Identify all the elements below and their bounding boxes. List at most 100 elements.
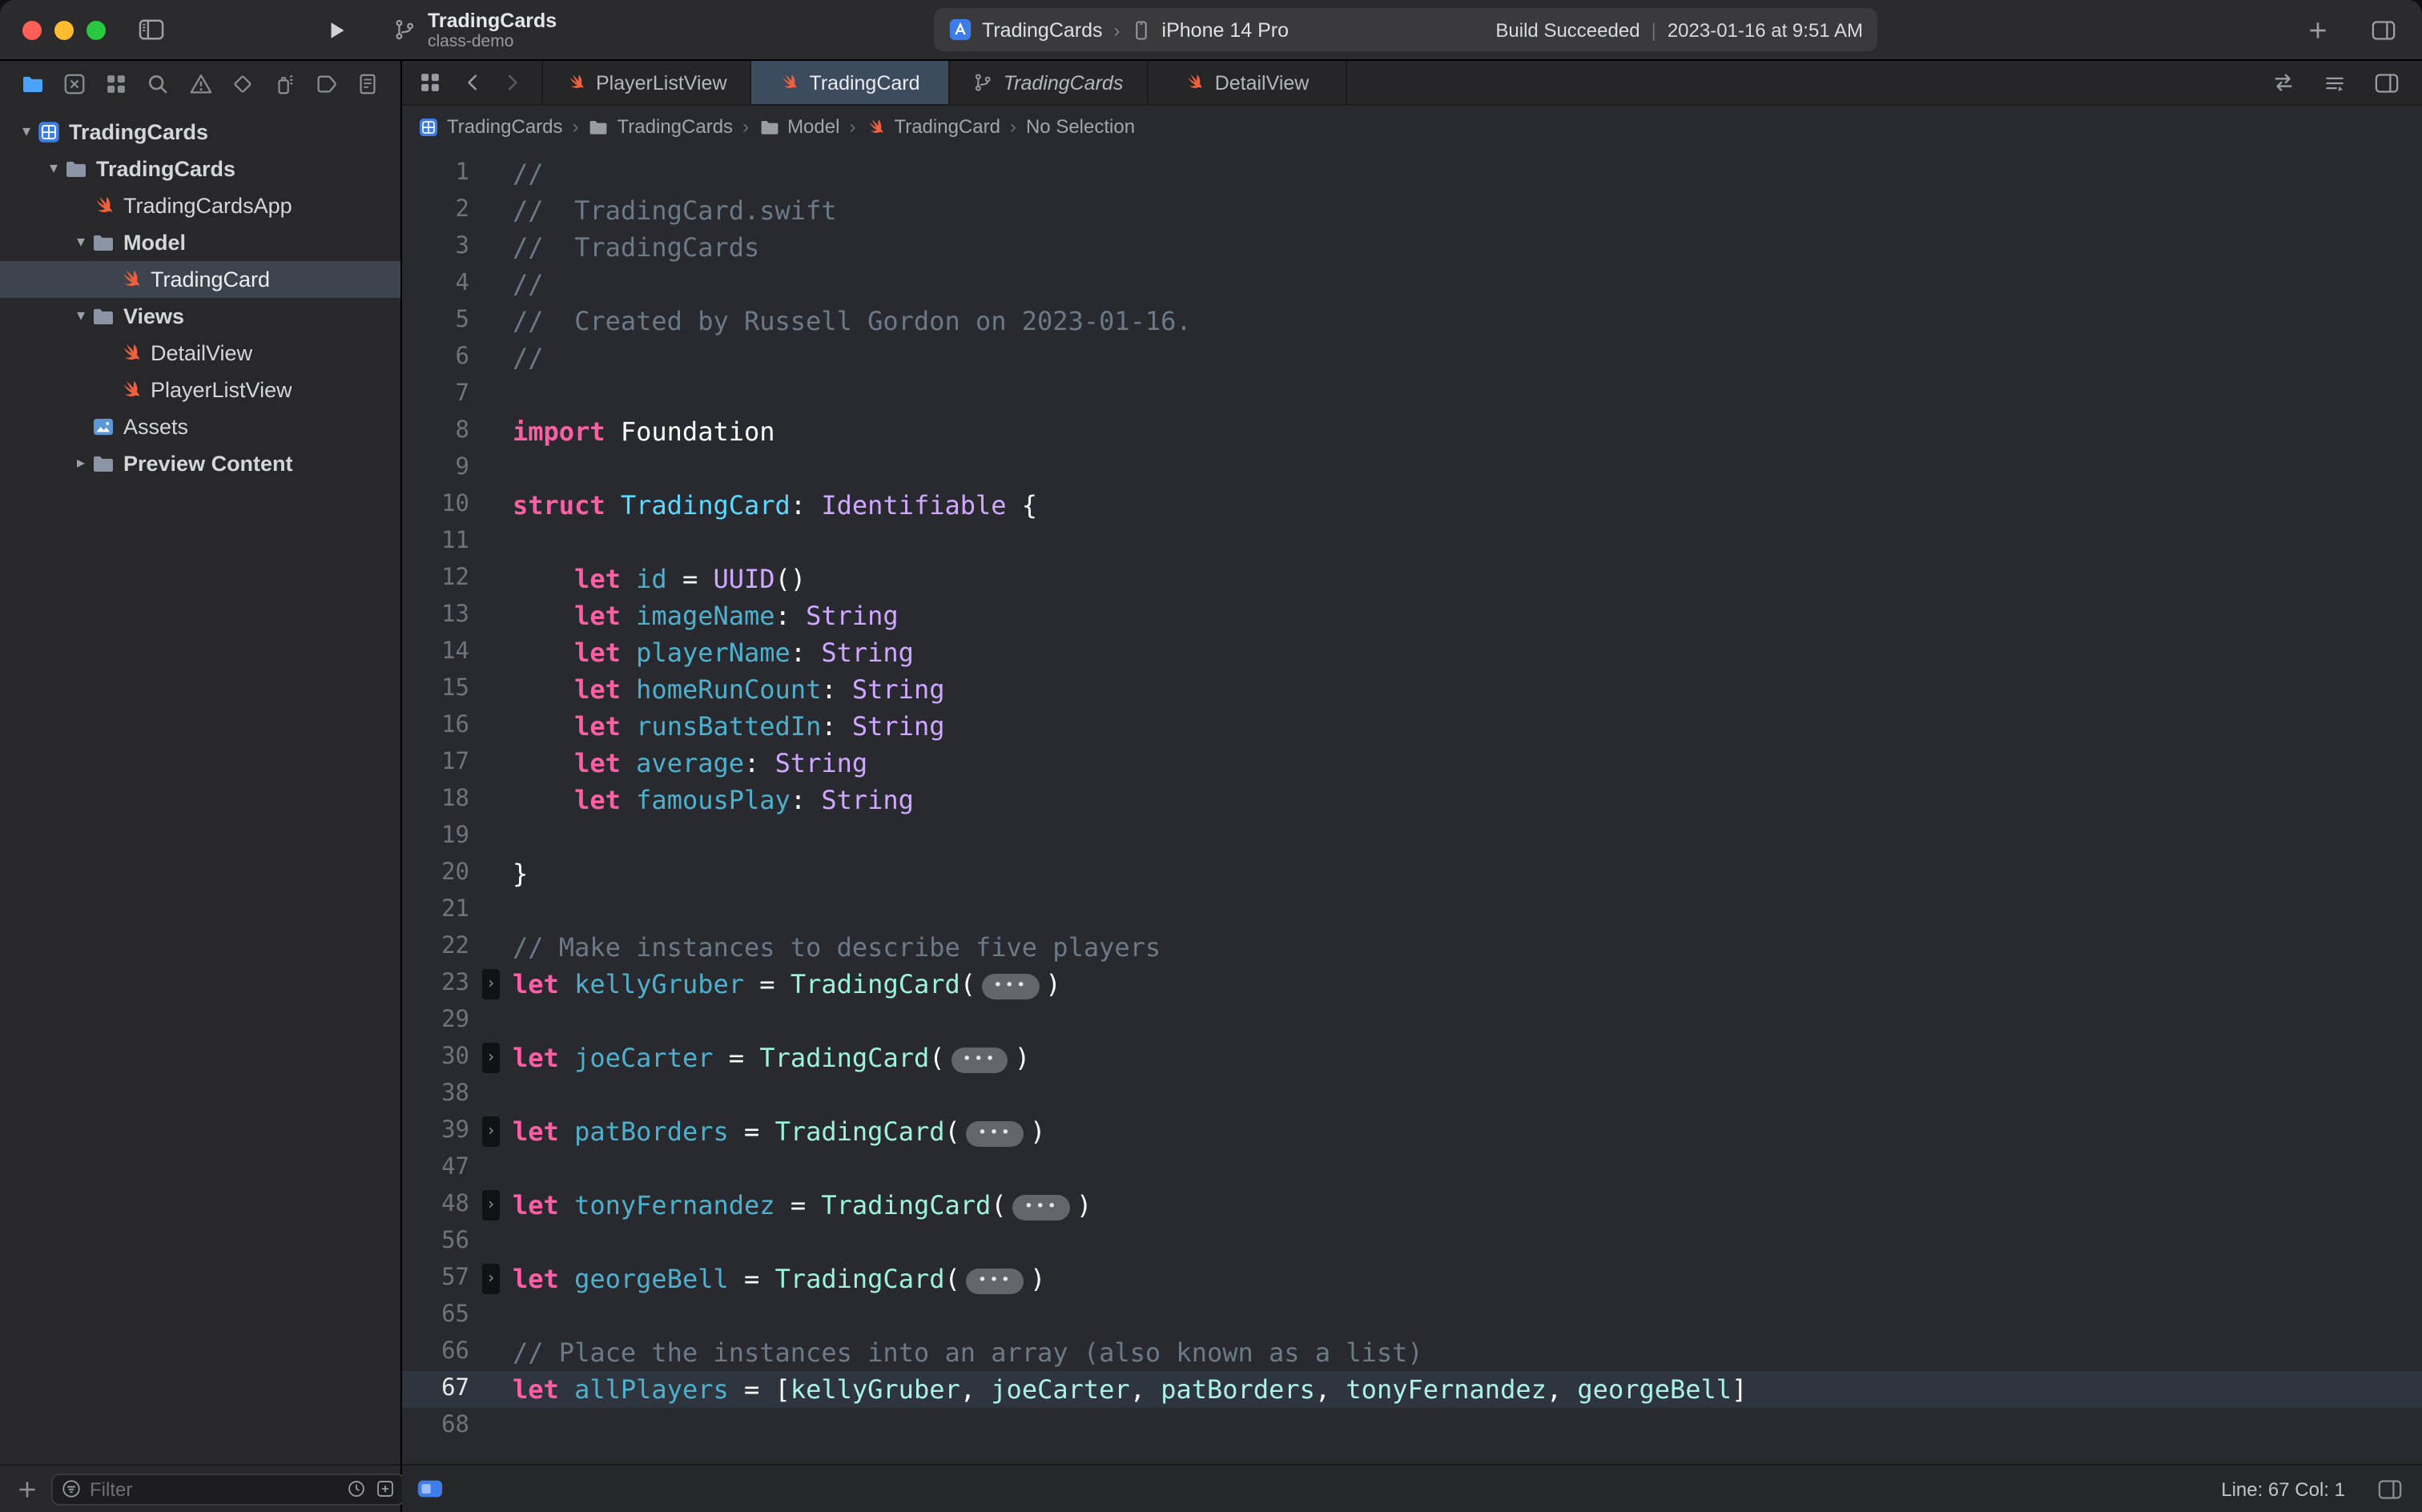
breadcrumb-item-no-selection[interactable]: No Selection <box>1026 115 1135 138</box>
code-line-30[interactable]: 30›let joeCarter = TradingCard(•••) <box>402 1040 2422 1076</box>
fold-indicator[interactable]: › <box>482 1043 500 1073</box>
fold-indicator[interactable]: › <box>482 1264 500 1294</box>
code-line-11[interactable]: 11 <box>402 524 2422 561</box>
code-line-48[interactable]: 48›let tonyFernandez = TradingCard(•••) <box>402 1187 2422 1224</box>
code-line-7[interactable]: 7 <box>402 376 2422 413</box>
adjust-editor-icon[interactable] <box>2323 71 2347 94</box>
code-line-29[interactable]: 29 <box>402 1003 2422 1040</box>
report-navigator-icon[interactable] <box>356 71 380 95</box>
code-line-6[interactable]: 6// <box>402 340 2422 376</box>
scheme-selector[interactable]: TradingCards › iPhone 14 Pro <box>948 18 1289 42</box>
breakpoint-navigator-icon[interactable] <box>314 71 338 95</box>
sidebar-item-tradingcard[interactable]: TradingCard <box>0 261 400 298</box>
sidebar-item-preview-content[interactable]: ▸Preview Content <box>0 445 400 482</box>
code-line-21[interactable]: 21 <box>402 892 2422 929</box>
code-line-57[interactable]: 57›let georgeBell = TradingCard(•••) <box>402 1261 2422 1297</box>
tab-tradingcard[interactable]: TradingCard <box>751 61 950 104</box>
code-line-19[interactable]: 19 <box>402 818 2422 855</box>
breadcrumb-item-tradingcards[interactable]: TradingCards <box>418 115 563 138</box>
folded-code-pill[interactable]: ••• <box>1013 1195 1070 1220</box>
disclosure-triangle[interactable]: ▾ <box>16 123 37 141</box>
sidebar-item-tradingcards[interactable]: ▾TradingCards <box>0 114 400 151</box>
code-line-15[interactable]: 15 let homeRunCount: String <box>402 671 2422 708</box>
add-file-icon[interactable] <box>16 1478 38 1500</box>
filter-field[interactable] <box>51 1473 405 1505</box>
fold-indicator[interactable]: › <box>482 1116 500 1147</box>
source-control-status-icon[interactable] <box>375 1478 396 1499</box>
minimize-button[interactable] <box>54 20 74 39</box>
code-line-47[interactable]: 47 <box>402 1150 2422 1187</box>
debug-navigator-icon[interactable] <box>272 71 296 95</box>
sidebar-item-model[interactable]: ▾Model <box>0 224 400 261</box>
code-line-9[interactable]: 9 <box>402 450 2422 487</box>
go-forward-icon[interactable] <box>503 70 522 94</box>
test-navigator-icon[interactable] <box>230 71 254 95</box>
close-button[interactable] <box>22 20 42 39</box>
sidebar-item-assets[interactable]: Assets <box>0 408 400 445</box>
tab-playerlistview[interactable]: PlayerListView <box>541 61 751 104</box>
folded-code-pill[interactable]: ••• <box>967 1269 1024 1294</box>
scheme-name[interactable]: TradingCards <box>982 18 1103 41</box>
folded-code-pill[interactable]: ••• <box>967 1121 1024 1147</box>
code-line-20[interactable]: 20} <box>402 855 2422 892</box>
code-review-icon[interactable] <box>2271 70 2295 94</box>
source-editor[interactable]: 1//2// TradingCard.swift3// TradingCards… <box>402 147 2422 1464</box>
filter-input[interactable] <box>90 1478 338 1500</box>
disclosure-triangle[interactable]: ▾ <box>70 308 91 325</box>
code-line-68[interactable]: 68 <box>402 1408 2422 1445</box>
symbol-navigator-icon[interactable] <box>105 71 129 95</box>
sidebar-toggle-icon[interactable] <box>138 18 165 42</box>
zoom-button[interactable] <box>86 20 106 39</box>
breadcrumb-item-tradingcards[interactable]: TradingCards <box>589 115 734 138</box>
disclosure-triangle[interactable]: ▾ <box>43 160 64 178</box>
code-line-4[interactable]: 4// <box>402 266 2422 303</box>
code-line-12[interactable]: 12 let id = UUID() <box>402 561 2422 597</box>
fold-indicator[interactable]: › <box>482 969 500 999</box>
code-line-18[interactable]: 18 let famousPlay: String <box>402 782 2422 818</box>
folded-code-pill[interactable]: ••• <box>952 1048 1008 1073</box>
sidebar-item-detailview[interactable]: DetailView <box>0 335 400 372</box>
code-line-56[interactable]: 56 <box>402 1224 2422 1261</box>
disclosure-triangle[interactable]: ▾ <box>70 234 91 251</box>
code-line-2[interactable]: 2// TradingCard.swift <box>402 192 2422 229</box>
code-line-17[interactable]: 17 let average: String <box>402 745 2422 782</box>
fold-indicator[interactable]: › <box>482 1190 500 1220</box>
recent-files-icon[interactable] <box>346 1478 367 1499</box>
code-line-5[interactable]: 5// Created by Russell Gordon on 2023-01… <box>402 303 2422 340</box>
sidebar-item-tradingcardsapp[interactable]: TradingCardsApp <box>0 187 400 224</box>
code-line-38[interactable]: 38 <box>402 1076 2422 1113</box>
run-destination[interactable]: iPhone 14 Pro <box>1162 18 1289 41</box>
sidebar-item-tradingcards[interactable]: ▾TradingCards <box>0 151 400 187</box>
breakpoint-icon[interactable] <box>416 1478 444 1499</box>
issue-navigator-icon[interactable] <box>188 71 212 95</box>
build-status[interactable]: Build Succeeded | 2023-01-16 at 9:51 AM <box>1495 18 1863 41</box>
related-items-icon[interactable] <box>418 70 442 94</box>
code-line-65[interactable]: 65 <box>402 1297 2422 1334</box>
code-line-23[interactable]: 23›let kellyGruber = TradingCard(•••) <box>402 966 2422 1003</box>
code-line-13[interactable]: 13 let imageName: String <box>402 597 2422 634</box>
disclosure-triangle[interactable]: ▸ <box>70 455 91 472</box>
editor-options-icon[interactable] <box>2377 1478 2403 1500</box>
code-line-1[interactable]: 1// <box>402 155 2422 192</box>
add-icon[interactable] <box>2307 18 2329 41</box>
breadcrumb-item-tradingcard[interactable]: TradingCard <box>865 115 1000 138</box>
code-line-66[interactable]: 66// Place the instances into an array (… <box>402 1334 2422 1371</box>
tab-detailview[interactable]: DetailView <box>1149 61 1347 104</box>
add-editor-icon[interactable] <box>2374 71 2400 94</box>
code-line-3[interactable]: 3// TradingCards <box>402 229 2422 266</box>
source-control-navigator-icon[interactable] <box>62 71 86 95</box>
editor-layout-icon[interactable] <box>2371 18 2396 41</box>
code-line-16[interactable]: 16 let runsBattedIn: String <box>402 708 2422 745</box>
code-line-39[interactable]: 39›let patBorders = TradingCard(•••) <box>402 1113 2422 1150</box>
project-navigator-icon[interactable] <box>21 71 45 95</box>
code-line-8[interactable]: 8import Foundation <box>402 413 2422 450</box>
run-icon[interactable] <box>325 18 348 41</box>
code-line-14[interactable]: 14 let playerName: String <box>402 634 2422 671</box>
find-navigator-icon[interactable] <box>147 71 171 95</box>
folded-code-pill[interactable]: ••• <box>982 974 1039 999</box>
code-line-67[interactable]: 67let allPlayers = [kellyGruber, joeCart… <box>402 1371 2422 1408</box>
code-line-10[interactable]: 10struct TradingCard: Identifiable { <box>402 487 2422 524</box>
tab-tradingcards[interactable]: TradingCards <box>950 61 1149 104</box>
sidebar-item-views[interactable]: ▾Views <box>0 298 400 335</box>
breadcrumb-item-model[interactable]: Model <box>758 115 839 138</box>
